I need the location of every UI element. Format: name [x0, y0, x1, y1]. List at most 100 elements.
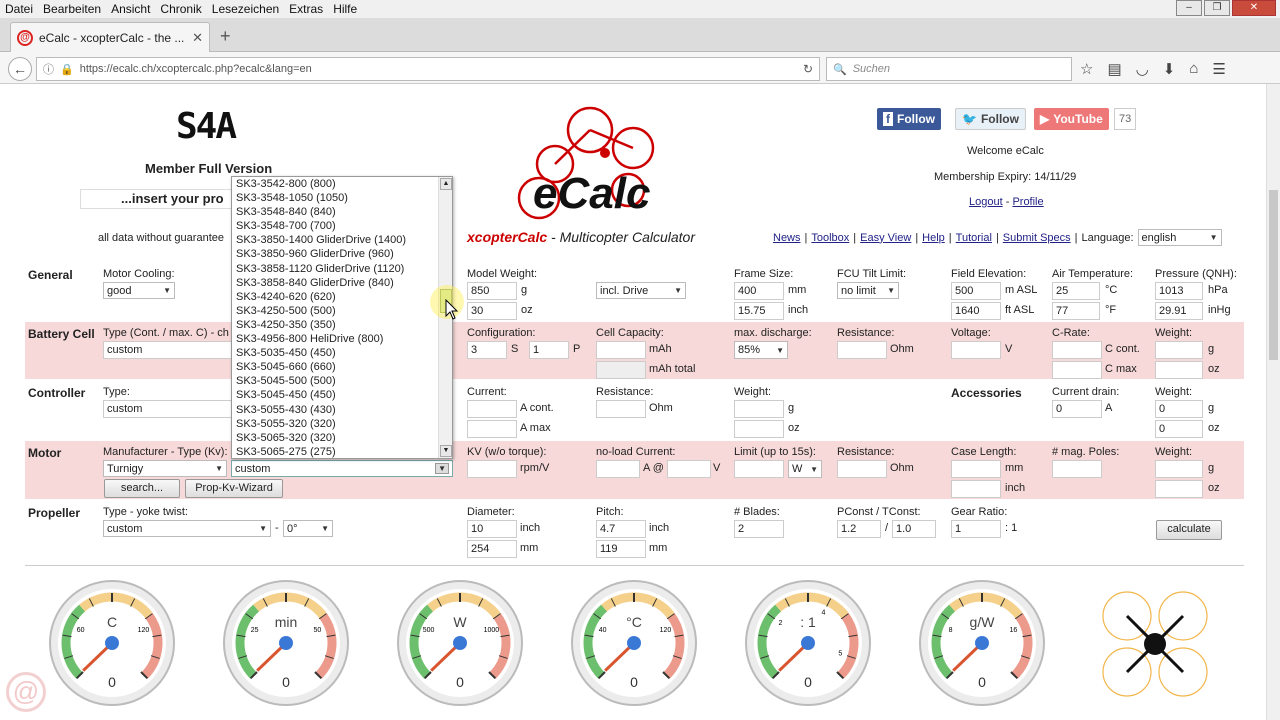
- calculate-button[interactable]: calculate: [1156, 520, 1222, 540]
- dropdown-option[interactable]: SK3-5055-320 (320): [232, 417, 452, 431]
- motor-search-button[interactable]: search...: [104, 479, 180, 498]
- prop-kv-wizard-button[interactable]: Prop-Kv-Wizard: [185, 479, 283, 498]
- profile-link[interactable]: Profile: [1012, 196, 1043, 208]
- bookmark-star-icon[interactable]: ☆: [1080, 60, 1093, 78]
- capacity-input[interactable]: [596, 341, 646, 359]
- battery-voltage-input[interactable]: [951, 341, 1001, 359]
- scrollbar-thumb[interactable]: [1269, 190, 1278, 360]
- blades-input[interactable]: 2: [734, 520, 784, 538]
- dropdown-option[interactable]: SK3-4956-800 HeliDrive (800): [232, 332, 452, 346]
- dropdown-option[interactable]: SK3-5045-500 (500): [232, 374, 452, 388]
- dropdown-option[interactable]: SK3-3858-840 GliderDrive (840): [232, 276, 452, 290]
- case-length-mm-input[interactable]: [951, 460, 1001, 478]
- nav-easy-view[interactable]: Easy View: [860, 232, 911, 244]
- elevation-m-input[interactable]: 500: [951, 282, 1001, 300]
- dropdown-option[interactable]: SK3-3850-1400 GliderDrive (1400): [232, 233, 452, 247]
- current-cont-input[interactable]: [467, 400, 517, 418]
- menu-lesezeichen[interactable]: Lesezeichen: [207, 2, 284, 16]
- diameter-mm-input[interactable]: 254: [467, 540, 517, 558]
- diameter-inch-input[interactable]: 10: [467, 520, 517, 538]
- motor-cooling-select[interactable]: good ▼: [103, 282, 175, 299]
- frame-mm-input[interactable]: 400: [734, 282, 784, 300]
- manufacturer-select[interactable]: Turnigy ▼: [103, 460, 227, 477]
- dropdown-option[interactable]: SK3-3548-700 (700): [232, 219, 452, 233]
- pconst-input[interactable]: 1.2: [837, 520, 881, 538]
- dropdown-option[interactable]: SK3-3548-1050 (1050): [232, 191, 452, 205]
- dropdown-option[interactable]: SK3-3850-960 GliderDrive (960): [232, 247, 452, 261]
- dropdown-option[interactable]: SK3-5035-450 (450): [232, 346, 452, 360]
- case-length-inch-input[interactable]: [951, 480, 1001, 498]
- dropdown-option[interactable]: SK3-5045-660 (660): [232, 360, 452, 374]
- dropdown-option[interactable]: SK3-3548-840 (840): [232, 205, 452, 219]
- controller-resistance-input[interactable]: [596, 400, 646, 418]
- menu-ansicht[interactable]: Ansicht: [106, 2, 155, 16]
- close-tab-icon[interactable]: ✕: [192, 30, 203, 46]
- tconst-input[interactable]: 1.0: [892, 520, 936, 538]
- motor-resistance-input[interactable]: [837, 460, 887, 478]
- facebook-follow-button[interactable]: f Follow: [877, 108, 941, 130]
- dropdown-option[interactable]: SK3-5065-275 (275): [232, 445, 452, 458]
- air-c-input[interactable]: 25: [1052, 282, 1100, 300]
- dropdown-option[interactable]: SK3-5045-450 (450): [232, 388, 452, 402]
- reading-list-icon[interactable]: ▤: [1107, 60, 1121, 78]
- menu-chronik[interactable]: Chronik: [155, 2, 206, 16]
- page-scrollbar[interactable]: [1266, 84, 1280, 720]
- menu-datei[interactable]: Datei: [0, 2, 38, 16]
- frame-inch-input[interactable]: 15.75: [734, 302, 784, 320]
- motor-type-select[interactable]: custom ▼: [231, 460, 453, 477]
- acc-weight-oz-input[interactable]: 0: [1155, 420, 1203, 438]
- youtube-button[interactable]: ▶ YouTube: [1034, 108, 1109, 130]
- menu-hilfe[interactable]: Hilfe: [328, 2, 362, 16]
- download-icon[interactable]: ⬇: [1163, 60, 1176, 78]
- pitch-mm-input[interactable]: 119: [596, 540, 646, 558]
- info-icon[interactable]: ⓘ: [43, 61, 54, 77]
- back-icon[interactable]: ←: [8, 57, 32, 81]
- pressure-hpa-input[interactable]: 1013: [1155, 282, 1203, 300]
- language-select[interactable]: english ▼: [1137, 229, 1222, 246]
- maximize-icon[interactable]: ❐: [1204, 0, 1230, 16]
- menu-bearbeiten[interactable]: Bearbeiten: [38, 2, 106, 16]
- config-p-input[interactable]: 1: [529, 341, 569, 359]
- nav-help[interactable]: Help: [922, 232, 945, 244]
- menu-extras[interactable]: Extras: [284, 2, 328, 16]
- model-weight-g-input[interactable]: 850: [467, 282, 517, 300]
- noload-voltage-input[interactable]: [667, 460, 711, 478]
- kv-input[interactable]: [467, 460, 517, 478]
- elevation-ft-input[interactable]: 1640: [951, 302, 1001, 320]
- dropdown-option[interactable]: SK3-4250-500 (500): [232, 304, 452, 318]
- gear-ratio-input[interactable]: 1: [951, 520, 1001, 538]
- controller-weight-oz-input[interactable]: [734, 420, 784, 438]
- controller-type-input[interactable]: custom: [103, 400, 233, 418]
- battery-type-input[interactable]: custom: [103, 341, 233, 359]
- motor-type-dropdown-list[interactable]: SK3-3542-800 (800) SK3-3548-1050 (1050) SK…: [231, 176, 453, 459]
- battery-weight-oz-input[interactable]: [1155, 361, 1203, 379]
- browser-tab[interactable]: @ eCalc - xcopterCalc - the ... ✕: [10, 22, 210, 52]
- limit-input[interactable]: [734, 460, 784, 478]
- home-icon[interactable]: ⌂: [1189, 60, 1198, 78]
- dropdown-option[interactable]: SK3-3542-800 (800): [232, 177, 452, 191]
- battery-resistance-input[interactable]: [837, 341, 887, 359]
- nav-tutorial[interactable]: Tutorial: [956, 232, 992, 244]
- dropdown-option[interactable]: SK3-4250-350 (350): [232, 318, 452, 332]
- nav-news[interactable]: News: [773, 232, 801, 244]
- insert-field[interactable]: ...insert your pro: [80, 189, 240, 209]
- dropdown-option[interactable]: SK3-3858-1120 GliderDrive (1120): [232, 262, 452, 276]
- prop-type-select[interactable]: custom ▼: [103, 520, 271, 537]
- pitch-inch-input[interactable]: 4.7: [596, 520, 646, 538]
- air-f-input[interactable]: 77: [1052, 302, 1100, 320]
- crate-max-input[interactable]: [1052, 361, 1102, 379]
- dropdown-option[interactable]: SK3-5055-430 (430): [232, 403, 452, 417]
- limit-unit-select[interactable]: W ▼: [788, 460, 822, 478]
- model-weight-oz-input[interactable]: 30: [467, 302, 517, 320]
- pocket-icon[interactable]: ◡: [1136, 60, 1149, 78]
- search-input[interactable]: 🔍 Suchen: [826, 57, 1072, 81]
- mag-poles-input[interactable]: [1052, 460, 1102, 478]
- battery-weight-g-input[interactable]: [1155, 341, 1203, 359]
- pressure-inhg-input[interactable]: 29.91: [1155, 302, 1203, 320]
- twitter-follow-button[interactable]: 🐦 Follow: [955, 108, 1026, 130]
- controller-weight-g-input[interactable]: [734, 400, 784, 418]
- crate-cont-input[interactable]: [1052, 341, 1102, 359]
- noload-current-input[interactable]: [596, 460, 640, 478]
- motor-weight-oz-input[interactable]: [1155, 480, 1203, 498]
- fcu-select[interactable]: no limit ▼: [837, 282, 899, 299]
